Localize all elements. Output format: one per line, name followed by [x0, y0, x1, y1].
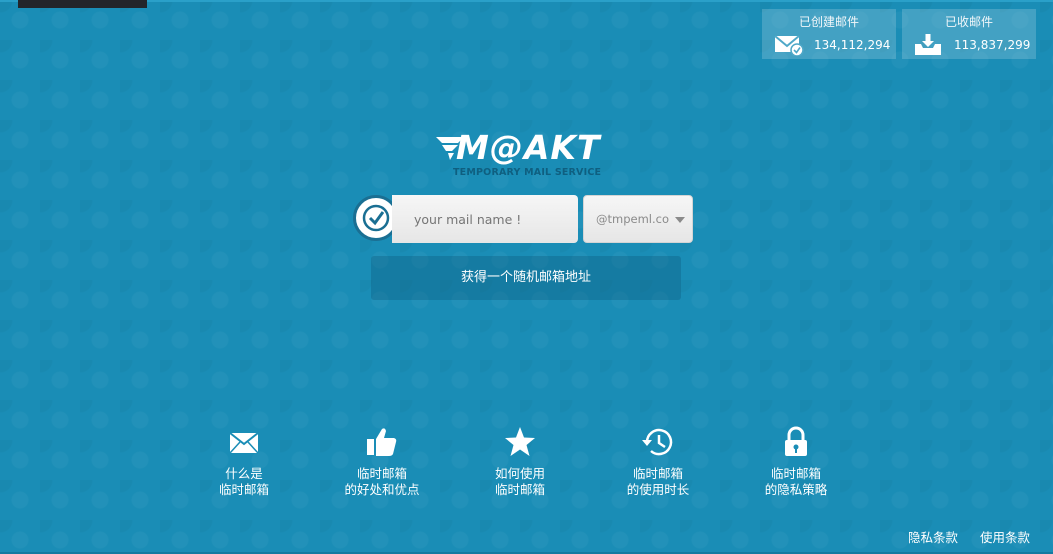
mail-name-input[interactable] [392, 195, 578, 243]
feature-duration[interactable]: 临时邮箱 的使用时长 [598, 425, 718, 498]
feature-privacy-line2: 的隐私策略 [764, 482, 828, 497]
feature-benefits[interactable]: 临时邮箱 的好处和优点 [322, 425, 442, 498]
feature-benefits-line1: 临时邮箱 [356, 466, 407, 481]
check-circle-icon [362, 204, 390, 232]
site-logo: M@AKT TEMPORARY MAIL SERVICE [436, 128, 616, 178]
feature-what-is-line2: 临时邮箱 [218, 482, 269, 497]
feature-duration-line2: 的使用时长 [626, 482, 690, 497]
top-toolbar [18, 0, 147, 8]
feature-how-to-use[interactable]: 如何使用 临时邮箱 [460, 425, 580, 498]
logo-tagline: TEMPORARY MAIL SERVICE [453, 167, 602, 178]
stat-received-mails: 已收邮件 113,837,299 [902, 9, 1036, 59]
mail-check-icon [774, 35, 804, 56]
usage-terms-link[interactable]: 使用条款 [980, 527, 1030, 546]
inbox-download-icon [915, 34, 941, 55]
stat-received-value: 113,837,299 [954, 38, 1031, 52]
feature-duration-line1: 临时邮箱 [632, 466, 683, 481]
thumbs-up-icon [367, 428, 397, 456]
lock-icon [785, 426, 807, 456]
random-address-button[interactable]: 获得一个随机邮箱地址 [371, 256, 681, 300]
envelope-icon [229, 432, 259, 454]
feature-benefits-line2: 的好处和优点 [344, 482, 420, 497]
feature-how-to-use-line1: 如何使用 [494, 466, 545, 481]
top-border [0, 0, 1053, 2]
star-icon [505, 427, 535, 456]
privacy-terms-link[interactable]: 隐私条款 [908, 527, 958, 546]
logo-wordmark: M@AKT [456, 128, 601, 167]
stat-created-value: 134,112,294 [814, 38, 891, 52]
feature-privacy[interactable]: 临时邮箱 的隐私策略 [736, 425, 856, 498]
feature-how-to-use-line2: 临时邮箱 [494, 482, 545, 497]
stat-created-mails: 已创建邮件 134,112,294 [762, 9, 896, 59]
feature-what-is-line1: 什么是 [225, 466, 263, 481]
feature-what-is[interactable]: 什么是 临时邮箱 [184, 425, 304, 498]
history-clock-icon [642, 428, 673, 456]
domain-select-value: @tmpeml.com [596, 212, 670, 226]
chevron-down-icon [675, 217, 685, 223]
feature-privacy-line1: 临时邮箱 [770, 466, 821, 481]
stat-received-label: 已收邮件 [944, 15, 993, 29]
stat-created-label: 已创建邮件 [798, 15, 859, 29]
domain-select[interactable]: @tmpeml.com [583, 195, 693, 243]
